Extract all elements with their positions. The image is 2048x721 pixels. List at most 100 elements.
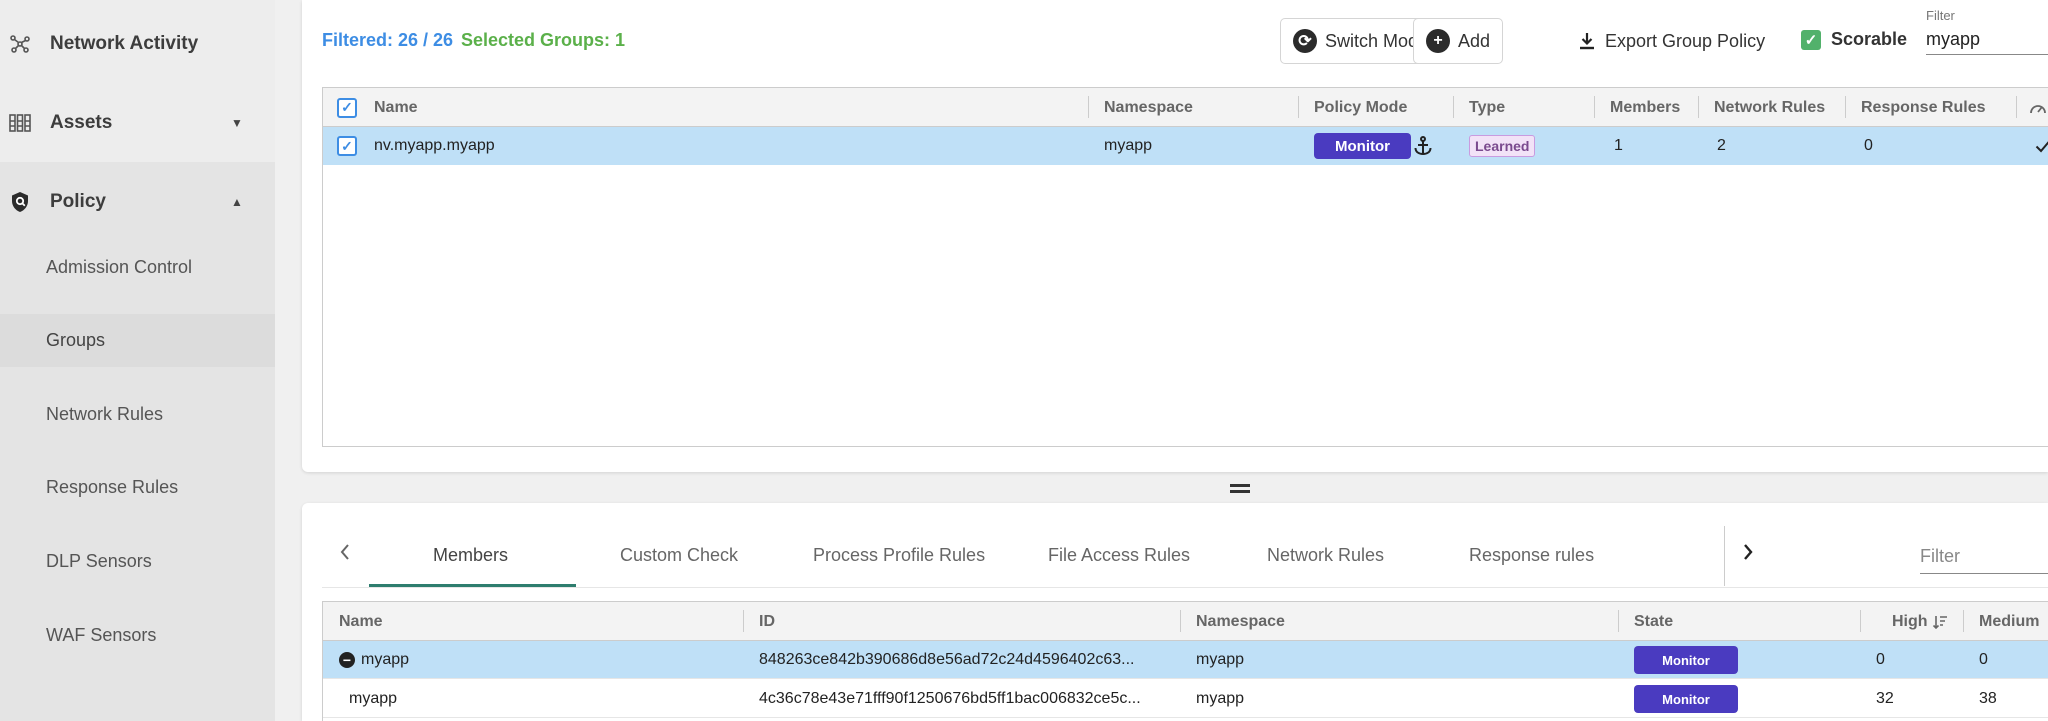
sidebar-item-waf-sensors[interactable]: WAF Sensors [0, 609, 275, 662]
column-header-medium[interactable]: Medium [1979, 602, 2039, 641]
column-header-policy-mode[interactable]: Policy Mode [1314, 88, 1407, 127]
gauge-icon [2029, 88, 2047, 127]
filter-label: Filter [1926, 8, 1955, 23]
row-checkbox[interactable]: ✓ [337, 127, 357, 165]
tabs-scroll-left-icon[interactable] [339, 543, 351, 566]
member-name-cell: − myapp [339, 641, 409, 679]
groups-grid: ✓ Name Namespace Policy Mode Type Member… [322, 87, 2048, 447]
member-name: myapp [361, 651, 410, 668]
collapse-minus-icon[interactable]: − [339, 652, 355, 668]
tabs-scroll-right-icon[interactable] [1742, 543, 1754, 566]
tab-divider [1724, 526, 1725, 586]
groups-panel: Filtered: 26 / 26 Selected Groups: 1 ⟳ S… [302, 0, 2048, 472]
tab-custom-check[interactable]: Custom Check [620, 545, 738, 566]
tab-members[interactable]: Members [433, 545, 508, 566]
scorable-label: Scorable [1831, 29, 1908, 49]
tab-bar-divider [322, 587, 2048, 588]
column-header-state[interactable]: State [1634, 602, 1673, 641]
column-header-high[interactable]: High [1892, 602, 1948, 641]
switch-mode-icon: ⟳ [1293, 29, 1317, 53]
column-header-response-rules[interactable]: Response Rules [1861, 88, 1985, 127]
checkbox-checked-icon: ✓ [1801, 29, 1821, 50]
anchor-icon [1414, 136, 1432, 156]
policy-mode-badge[interactable]: Monitor [1314, 133, 1411, 159]
table-row[interactable]: − myapp 848263ce842b390686d8e56ad72c24d4… [323, 641, 2048, 679]
panel-splitter-handle[interactable] [1230, 484, 1250, 493]
member-name: myapp [349, 690, 398, 707]
tab-network-rules[interactable]: Network Rules [1267, 545, 1384, 566]
members-count: 1 [1614, 137, 1623, 154]
sidebar: Network Activity Assets ▼ Policy ▲ Admis… [0, 0, 275, 721]
select-all-checkbox[interactable]: ✓ [337, 88, 357, 127]
assets-icon [8, 111, 32, 135]
group-details-panel: Members Custom Check Process Profile Rul… [302, 503, 2048, 721]
checkbox-icon: ✓ [337, 136, 357, 156]
column-header-members[interactable]: Members [1610, 88, 1680, 127]
response-rules-count: 0 [1864, 137, 1873, 154]
member-id: 848263ce842b390686d8e56ad72c24d4596402c6… [759, 651, 1135, 668]
sidebar-item-network-activity[interactable]: Network Activity [0, 4, 275, 83]
sidebar-item-label: Policy [50, 190, 106, 212]
high-count: 0 [1876, 651, 1885, 668]
member-namespace: myapp [1196, 690, 1245, 707]
sidebar-item-response-rules[interactable]: Response Rules [0, 461, 275, 514]
column-header-id[interactable]: ID [759, 602, 775, 641]
medium-count: 0 [1979, 651, 1988, 668]
add-button[interactable]: + Add [1413, 18, 1504, 64]
sidebar-item-assets[interactable]: Assets ▼ [0, 83, 275, 162]
sidebar-item-network-rules[interactable]: Network Rules [0, 388, 275, 441]
group-filter-field[interactable]: Filter myapp [1926, 8, 2048, 55]
column-header-namespace[interactable]: Namespace [1196, 602, 1285, 641]
add-label: Add [1458, 30, 1491, 51]
sidebar-item-label: Assets [50, 111, 113, 133]
high-header-label: High [1892, 612, 1928, 630]
high-count: 32 [1876, 690, 1894, 707]
filtered-count: Filtered: 26 / 26 [322, 30, 454, 50]
column-header-name[interactable]: Name [339, 602, 383, 641]
sidebar-item-admission-control[interactable]: Admission Control [0, 241, 275, 294]
state-badge: Monitor [1634, 685, 1738, 713]
scorable-check-icon [2035, 127, 2048, 165]
caret-down-icon: ▼ [231, 115, 243, 130]
member-state-cell: Monitor [1634, 641, 1738, 679]
column-header-namespace[interactable]: Namespace [1104, 88, 1193, 127]
download-icon [1579, 32, 1595, 50]
plus-icon: + [1426, 29, 1450, 53]
column-header-network-rules[interactable]: Network Rules [1714, 88, 1825, 127]
sidebar-item-groups[interactable]: Groups [0, 314, 275, 367]
export-label: Export Group Policy [1605, 30, 1766, 51]
policy-submenu: Admission Control Groups Network Rules R… [0, 241, 275, 721]
member-state-cell: Monitor [1634, 680, 1738, 718]
network-rules-count: 2 [1717, 137, 1726, 154]
group-name: nv.myapp.myapp [374, 137, 495, 154]
sort-descending-icon [1932, 615, 1948, 629]
selected-groups-count: Selected Groups: 1 [461, 30, 626, 50]
network-activity-icon [8, 32, 32, 56]
checkbox-icon: ✓ [337, 97, 357, 118]
tab-process-profile-rules[interactable]: Process Profile Rules [813, 545, 985, 566]
grid-header: Name ID Namespace State High Medium [323, 602, 2048, 641]
policy-mode-cell: Monitor [1314, 127, 1432, 165]
members-grid: Name ID Namespace State High Medium − my… [322, 601, 2048, 721]
policy-shield-icon [8, 190, 32, 214]
table-row[interactable]: ✓ nv.myapp.myapp myapp Monitor Learned 1… [323, 127, 2048, 165]
state-badge: Monitor [1634, 646, 1738, 674]
type-badge: Learned [1469, 135, 1536, 157]
table-row[interactable]: myapp 4c36c78e43e71fff90f1250676bd5ff1ba… [323, 680, 2048, 718]
member-namespace: myapp [1196, 651, 1245, 668]
sidebar-item-policy[interactable]: Policy ▲ [0, 162, 275, 241]
member-id: 4c36c78e43e71fff90f1250676bd5ff1bac00683… [759, 690, 1141, 707]
filter-input[interactable]: myapp [1926, 29, 2048, 55]
column-header-type[interactable]: Type [1469, 88, 1505, 127]
column-header-name[interactable]: Name [374, 88, 418, 127]
tab-file-access-rules[interactable]: File Access Rules [1048, 545, 1190, 566]
scorable-toggle[interactable]: ✓ Scorable [1801, 29, 1907, 50]
medium-count: 38 [1979, 690, 1997, 707]
tab-response-rules[interactable]: Response rules [1469, 545, 1594, 566]
members-filter-input[interactable]: Filter [1920, 546, 2048, 574]
export-group-policy-button[interactable]: Export Group Policy [1579, 18, 1765, 64]
grid-header: ✓ Name Namespace Policy Mode Type Member… [323, 88, 2048, 127]
sidebar-item-dlp-sensors[interactable]: DLP Sensors [0, 535, 275, 588]
type-cell: Learned [1469, 127, 1536, 165]
group-namespace: myapp [1104, 137, 1153, 154]
